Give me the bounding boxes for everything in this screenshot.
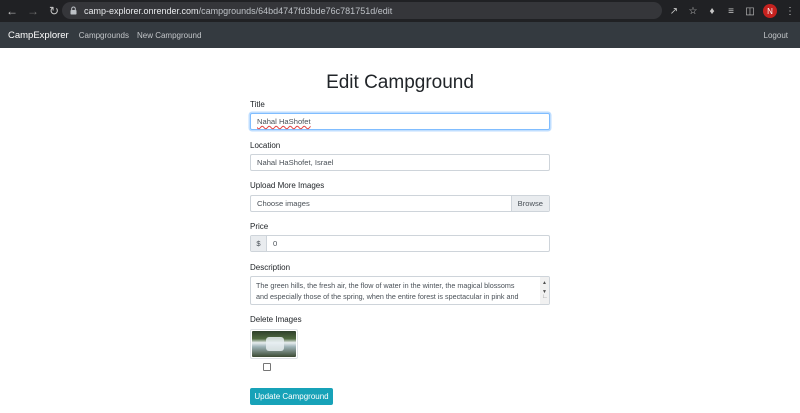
price-label: Price (250, 222, 269, 231)
title-value: Nahal HaShofet (257, 117, 311, 126)
browser-toolbar: ← → ↻ camp-explorer.onrender.com/campgro… (0, 0, 800, 22)
logout-link[interactable]: Logout (764, 31, 788, 40)
resize-handle-icon[interactable]: ∟ (542, 292, 548, 303)
profile-avatar[interactable]: N (763, 4, 777, 18)
title-input[interactable]: Nahal HaShofet (250, 113, 550, 130)
description-line: and especially those of the spring, when… (256, 292, 519, 301)
nav-new-campground-link[interactable]: New Campground (137, 31, 201, 40)
extensions-icon[interactable]: ♦ (706, 6, 718, 17)
price-value: 0 (273, 239, 278, 248)
back-arrow-icon[interactable]: ← (3, 2, 21, 20)
address-bar[interactable]: camp-explorer.onrender.com/campgrounds/6… (62, 2, 662, 19)
lock-icon (70, 6, 80, 15)
reload-icon[interactable]: ↻ (45, 2, 63, 20)
delete-image-checkbox[interactable] (263, 363, 271, 371)
page-title: Edit Campground (326, 72, 474, 93)
reading-list-icon[interactable]: ≡ (725, 6, 737, 17)
location-value: Nahal HaShofet, Israel (257, 158, 334, 167)
brand-logo[interactable]: CampExplorer (8, 30, 69, 41)
update-campground-button[interactable]: Update Campground (250, 388, 333, 405)
side-panel-icon[interactable]: ◫ (744, 6, 756, 17)
title-label: Title (250, 100, 265, 109)
forward-arrow-icon[interactable]: → (24, 2, 42, 20)
delete-images-label: Delete Images (250, 315, 302, 324)
image-upload-input[interactable]: Choose images Browse (250, 195, 550, 212)
bookmark-star-icon[interactable]: ☆ (687, 6, 699, 17)
currency-prefix: $ (251, 236, 267, 251)
description-label: Description (250, 263, 291, 272)
location-input[interactable]: Nahal HaShofet, Israel (250, 154, 550, 171)
app-navbar: CampExplorer Campgrounds New Campground … (0, 22, 800, 48)
waterfall-image (252, 331, 296, 357)
url-text: camp-explorer.onrender.com/campgrounds/6… (84, 5, 393, 16)
price-input[interactable]: $ 0 (250, 235, 550, 252)
upload-label: Upload More Images (250, 181, 325, 190)
browse-button[interactable]: Browse (510, 196, 549, 211)
share-icon[interactable]: ↗ (668, 6, 680, 17)
upload-placeholder: Choose images (257, 199, 310, 208)
kebab-menu-icon[interactable]: ⋮ (784, 6, 796, 17)
nav-campgrounds-link[interactable]: Campgrounds (79, 31, 129, 40)
description-textarea[interactable]: The green hills, the fresh air, the flow… (250, 276, 550, 305)
campground-image-thumbnail (250, 329, 298, 359)
description-line: The green hills, the fresh air, the flow… (256, 281, 515, 290)
location-label: Location (250, 141, 281, 150)
